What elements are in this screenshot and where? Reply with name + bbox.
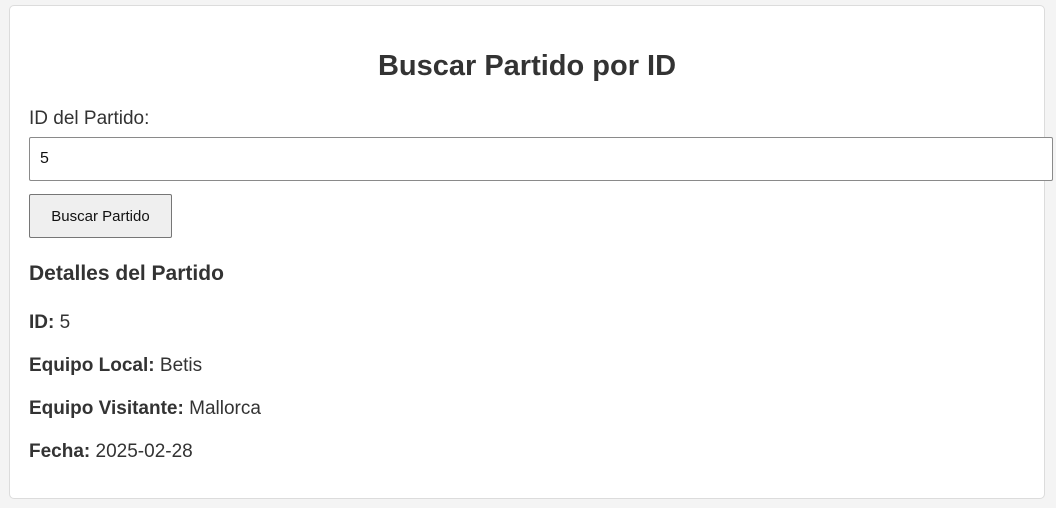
detail-label-home-team: Equipo Local: — [29, 355, 155, 376]
detail-row-id: ID: 5 — [29, 311, 70, 335]
search-card: Buscar Partido por ID ID del Partido: Bu… — [9, 5, 1053, 499]
detail-value-date: 2025-02-28 — [95, 441, 193, 462]
detail-value-id: 5 — [59, 312, 71, 333]
detail-label-id: ID: — [29, 312, 55, 333]
detail-value-home-team: Betis — [159, 355, 203, 376]
detail-label-away-team: Equipo Visitante: — [29, 398, 184, 419]
detail-row-away-team: Equipo Visitante: Mallorca — [29, 397, 261, 421]
search-match-button[interactable]: Buscar Partido — [29, 194, 172, 238]
detail-row-home-team: Equipo Local: Betis — [29, 354, 202, 378]
detail-row-date: Fecha: 2025-02-28 — [29, 440, 193, 464]
detail-label-date: Fecha: — [29, 441, 91, 462]
page-title: Buscar Partido por ID — [377, 50, 677, 82]
match-id-label: ID del Partido: — [29, 108, 150, 129]
detail-value-away-team: Mallorca — [189, 398, 261, 419]
match-details-heading: Detalles del Partido — [29, 262, 224, 285]
match-id-input[interactable] — [29, 137, 1053, 181]
